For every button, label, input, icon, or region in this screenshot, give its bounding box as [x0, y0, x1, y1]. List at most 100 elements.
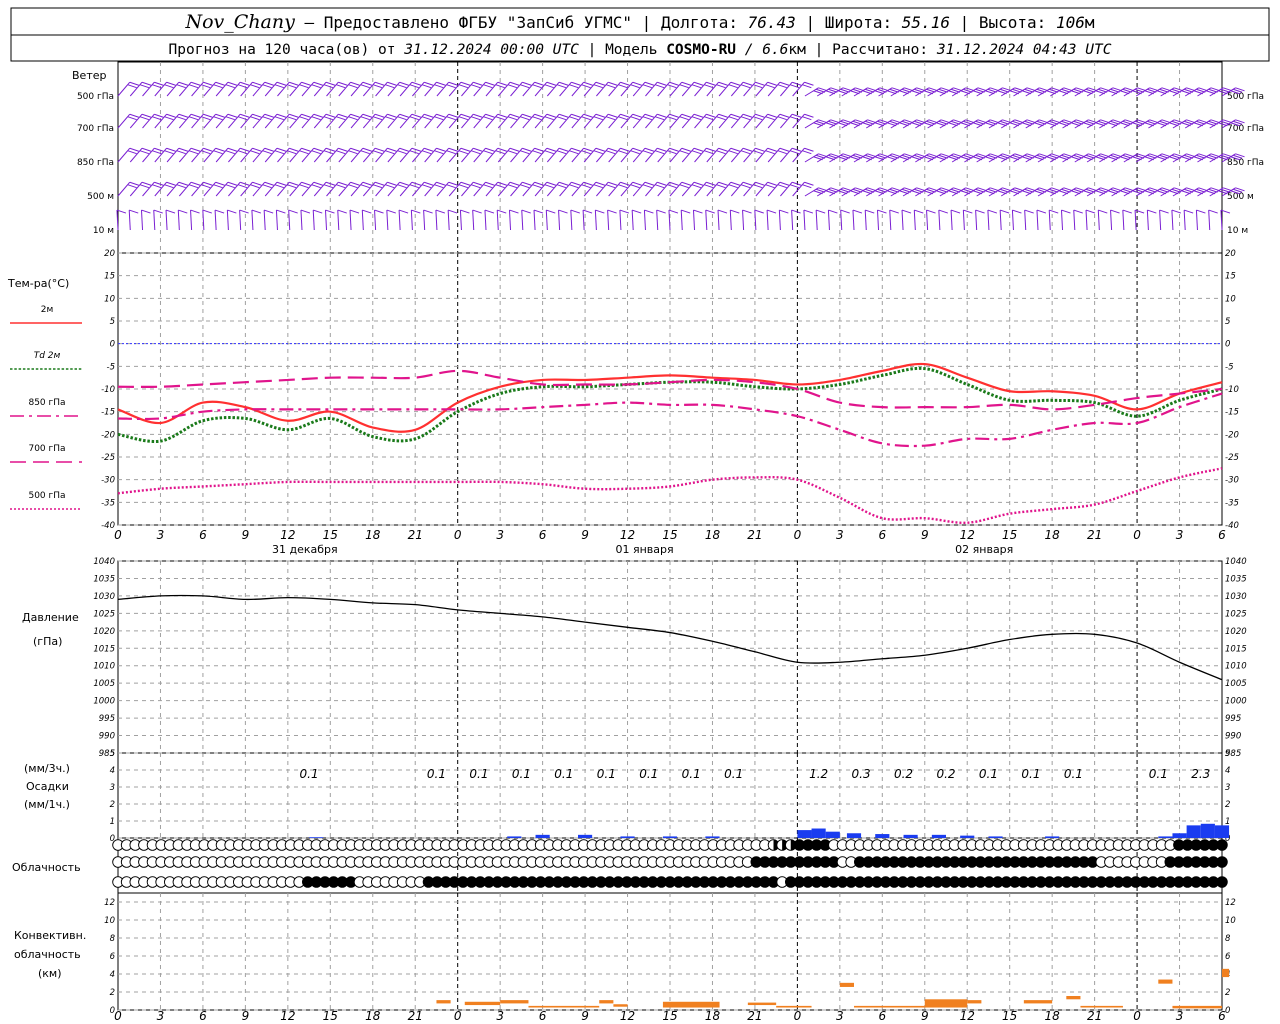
- wind-barb-feather: [176, 116, 186, 121]
- precip-amount-label: 2.3: [1191, 767, 1210, 781]
- wind-barb-feather: [264, 113, 274, 118]
- wind-barb-feather: [301, 81, 311, 86]
- wind-barb-feather: [520, 84, 530, 89]
- wind-barb: [950, 210, 953, 231]
- wind-barb-feather: [166, 147, 176, 152]
- wind-barb-feather: [202, 209, 212, 214]
- wind-barb-feather: [779, 209, 789, 214]
- wind-barb: [815, 210, 818, 231]
- wind-barb-feather: [789, 150, 800, 155]
- wind-barb-feather: [485, 147, 495, 152]
- wind-barb-feather: [338, 181, 348, 186]
- wind-barb-feather: [397, 84, 407, 89]
- wind-barb: [766, 210, 769, 231]
- wind-barb-feather: [522, 147, 532, 152]
- wind-barb-feather: [399, 81, 409, 86]
- precip-bar: [620, 836, 635, 838]
- wind-barb-feather: [507, 184, 518, 189]
- wind-barb-feather: [227, 147, 238, 152]
- wind-barb: [508, 210, 512, 231]
- wind-barb-feather: [386, 209, 396, 214]
- wind-barb-feather: [497, 113, 507, 118]
- wind-barb-feather: [802, 184, 812, 189]
- wind-barb: [117, 81, 131, 97]
- pressure-tick-left: 1015: [93, 644, 115, 654]
- wind-barb-feather: [350, 147, 360, 152]
- precip-bar: [846, 833, 862, 838]
- temp-tick-right: -5: [1225, 362, 1233, 372]
- conv-bar: [924, 999, 968, 1008]
- wind-barb-feather: [397, 116, 407, 121]
- wind-barb-feather: [497, 209, 507, 214]
- x-tick-label-bottom: 0: [794, 1009, 802, 1023]
- wind-barb-feather: [693, 147, 704, 152]
- wind-barb-feather: [360, 84, 370, 89]
- wind-barb-feather: [642, 116, 653, 121]
- wind-barb-feather: [362, 209, 372, 214]
- cloud-title: Облачность: [12, 861, 81, 874]
- header-line-1: Nov_Chany – Предоставлено ФГБУ "ЗапСиб У…: [184, 11, 1094, 33]
- wind-barb-feather: [399, 181, 409, 186]
- wind-barb-feather: [483, 84, 493, 89]
- wind-barb-feather: [595, 181, 606, 186]
- precip-amount-label: 0.1: [1021, 767, 1040, 781]
- wind-barb-feather: [569, 150, 579, 155]
- conv-bar: [599, 1000, 614, 1004]
- pressure-tick-right: 1030: [1225, 592, 1247, 602]
- model-name: COSMO-RU: [666, 42, 736, 58]
- wind-barb-feather: [214, 209, 225, 214]
- provider: Предоставлено ФГБУ "ЗапСиб УГМС": [324, 13, 632, 32]
- wind-barb-feather: [581, 116, 591, 121]
- wind-barb: [374, 210, 377, 231]
- conv-tick-right: 2: [1225, 988, 1230, 998]
- wind-barb-feather: [605, 150, 616, 155]
- wind-barb: [361, 210, 364, 231]
- wind-barb: [1110, 210, 1113, 231]
- wind-barb-feather: [127, 150, 137, 155]
- x-tick-label: 3: [1176, 528, 1184, 542]
- wind-barb-feather: [522, 81, 532, 86]
- wind-barb-feather: [1085, 209, 1096, 214]
- temp-legend-label: 850 гПа: [28, 398, 65, 408]
- wind-barb: [1073, 210, 1076, 231]
- wind-barb: [1085, 210, 1088, 231]
- temp-tick-left: -35: [101, 498, 115, 508]
- conv-bar: [528, 1005, 600, 1008]
- wind-barb-feather: [227, 181, 238, 186]
- wind-barb: [398, 210, 401, 231]
- wind-barb-feather: [667, 84, 677, 89]
- wind-barb-feather: [215, 81, 225, 86]
- wind-barb-feather: [178, 147, 189, 152]
- wind-barb-feather: [213, 84, 223, 89]
- x-tick-label: 21: [408, 528, 423, 542]
- temp-tick-right: 15: [1225, 272, 1236, 282]
- wind-barb: [852, 210, 855, 231]
- wind-barb-feather: [938, 209, 948, 214]
- wind-barb-feather: [593, 84, 603, 89]
- wind-barb-feather: [274, 150, 285, 155]
- wind-barb-feather: [546, 209, 556, 214]
- wind-barb-feather: [213, 116, 223, 121]
- wind-barb-feather: [470, 84, 481, 89]
- wind-barb-feather: [165, 209, 176, 214]
- wind-barb-feather: [286, 184, 297, 189]
- wind-barb: [742, 210, 745, 231]
- x-tick-label-bottom: 21: [408, 1009, 423, 1023]
- wind-barb-feather: [374, 181, 385, 186]
- wind-barb: [619, 210, 622, 231]
- latitude: 55.16: [902, 13, 950, 32]
- wind-barb-feather: [215, 147, 225, 152]
- wind-barb-feather: [766, 209, 777, 214]
- wind-barb: [864, 210, 867, 231]
- wind-barb-feather: [632, 181, 642, 186]
- wind-barb-feather: [473, 147, 483, 152]
- wind-barb-feather: [313, 181, 323, 186]
- wind-barb-feather: [350, 81, 360, 86]
- wind-barb-feather: [127, 84, 137, 89]
- wind-barb-feather: [740, 184, 751, 189]
- conv-title-2: облачность: [14, 948, 81, 961]
- wind-barb-feather: [289, 113, 299, 118]
- wind-barb-feather: [154, 81, 164, 86]
- wind-barb-feather: [571, 147, 581, 152]
- wind-barb-feather: [718, 181, 728, 186]
